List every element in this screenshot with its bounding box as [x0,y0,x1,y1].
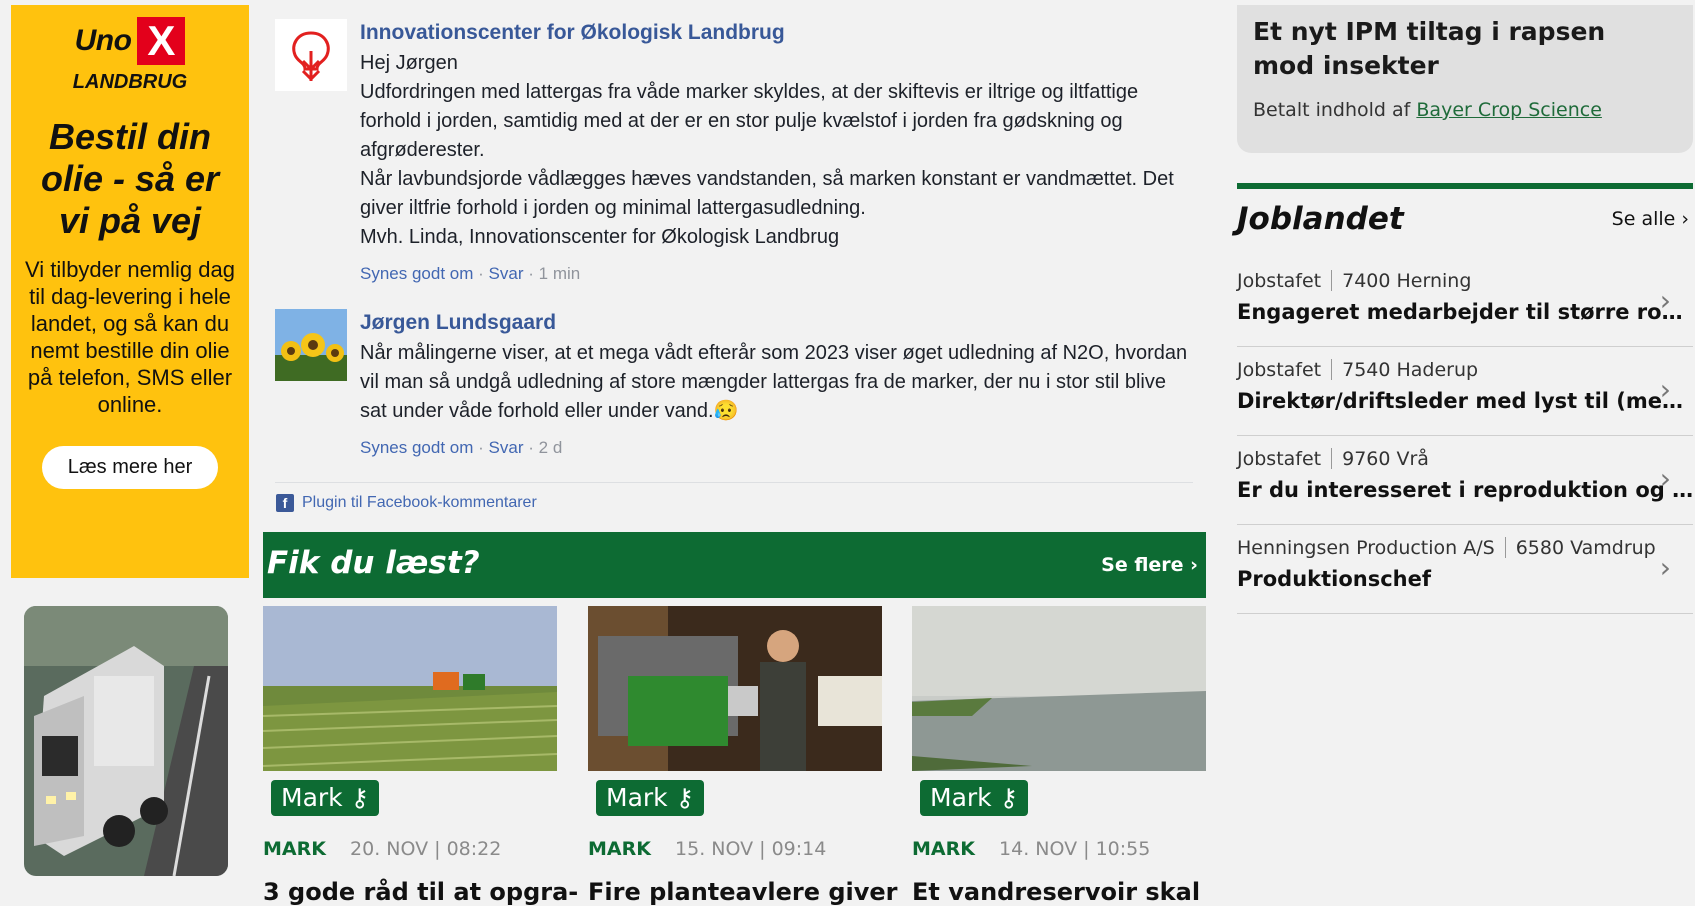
comment-text: Når målingerne viser, at et mega vådt ef… [360,342,1188,422]
reply-link[interactable]: Svar [489,264,524,283]
job-item[interactable]: Jobstafet 7400 Herning Engageret medarbej… [1237,258,1693,347]
separator [1504,537,1506,558]
avatar[interactable] [275,309,347,381]
key-icon: ⚷ [675,783,694,812]
category-tag[interactable]: Mark ⚷ [271,780,379,816]
ad-sub: LANDBRUG [72,71,188,93]
card-title[interactable]: 3 gode råd til at opgra- [263,878,578,906]
separator [1331,270,1333,291]
comment: Innovationscenter for Økologisk Landbrug… [275,19,1195,289]
divider [275,482,1193,483]
chevron-right-icon: › [1659,373,1671,406]
ad-banner[interactable]: Uno X LANDBRUG Bestil din olie - så er v… [11,5,249,578]
category-tag[interactable]: Mark ⚷ [596,780,704,816]
job-title[interactable]: Engageret medarbejder til større ro… [1237,300,1683,324]
see-more-link[interactable]: Se flere › [1101,554,1198,576]
innovationscenter-logo-icon [275,19,347,91]
truck-image[interactable] [24,606,228,876]
job-company: Jobstafet [1237,270,1322,292]
article-card[interactable]: Mark ⚷ MARK 20. NOV | 08:22 3 gode råd t… [263,606,578,906]
job-title[interactable]: Produktionschef [1237,567,1431,591]
chevron-right-icon: › [1659,462,1671,495]
article-card[interactable]: Mark ⚷ MARK 15. NOV | 09:14 Fire plantea… [588,606,898,906]
card-title[interactable]: Et vandreservoir skal [912,878,1200,906]
article-image[interactable] [263,606,557,771]
job-company: Jobstafet [1237,359,1322,381]
comment: Jørgen Lundsgaard Når målingerne viser, … [275,309,1195,469]
facebook-plugin-link[interactable]: f Plugin til Facebook-kommentarer [276,494,537,512]
job-title[interactable]: Direktør/driftsleder med lyst til (me… [1237,389,1683,413]
chevron-right-icon: › [1659,284,1671,317]
comment-time: 1 min [538,264,581,283]
job-item[interactable]: Jobstafet 7540 Haderup Direktør/driftsled… [1237,347,1693,436]
card-title[interactable]: Fire planteavlere giver [588,878,898,906]
card-category[interactable]: MARK [588,838,651,860]
job-location: 7540 Haderup [1342,359,1479,381]
section-title: Fik du læst? [267,545,480,581]
joblandet-title: Joblandet [1237,201,1404,237]
article-card[interactable]: Mark ⚷ MARK 14. NOV | 10:55 Et vandreser… [912,606,1206,906]
ad-headline: Bestil din olie - så er vi på vej [40,116,220,241]
separator [1331,359,1333,380]
card-category[interactable]: MARK [912,838,975,860]
comment-author[interactable]: Innovationscenter for Økologisk Landbrug [360,19,1195,47]
job-location: 9760 Vrå [1342,448,1429,470]
key-icon: ⚷ [999,783,1018,812]
separator [1331,448,1333,469]
chevron-right-icon: › [1659,551,1671,584]
card-date: 15. NOV | 09:14 [675,838,827,860]
job-company: Jobstafet [1237,448,1322,470]
see-all-link[interactable]: Se alle › [1612,208,1689,230]
key-icon: ⚷ [350,783,369,812]
sponsored-by: Betalt indhold af Bayer Crop Science [1253,99,1602,121]
job-item[interactable]: Jobstafet 9760 Vrå Er du interesseret i r… [1237,436,1693,525]
job-company: Henningsen Production A/S [1237,537,1495,559]
sunflower-avatar-icon [275,309,347,381]
comment-time: 2 d [538,438,563,457]
ad-body: Vi tilbyder nemlig dag til dag-levering … [25,257,235,417]
card-category[interactable]: MARK [263,838,326,860]
like-link[interactable]: Synes godt om [360,264,473,283]
avatar[interactable] [275,19,347,91]
fik-du-laest-header: Fik du læst? Se flere › [263,532,1206,598]
joblandet-bar [1237,183,1693,189]
sponsored-box[interactable]: Et nyt IPM tiltag i rapsen mod insekter … [1237,5,1693,153]
comment-text: Hej Jørgen Udfordringen med lattergas fr… [360,52,1174,248]
card-date: 14. NOV | 10:55 [999,838,1151,860]
uno-x-logo: Uno X [11,17,249,65]
ad-read-more-button[interactable]: Læs mere her [41,446,219,489]
job-title[interactable]: Er du interesseret i reproduktion og … [1237,478,1693,502]
comment-actions: Synes godt om · Svar · 2 d [360,438,563,457]
job-location: 7400 Herning [1342,270,1472,292]
like-link[interactable]: Synes godt om [360,438,473,457]
sponsored-title[interactable]: Et nyt IPM tiltag i rapsen mod insekter [1253,15,1673,83]
facebook-icon: f [276,494,294,512]
sponsor-link[interactable]: Bayer Crop Science [1416,99,1602,121]
comment-author[interactable]: Jørgen Lundsgaard [360,309,1195,337]
card-date: 20. NOV | 08:22 [350,838,502,860]
comment-actions: Synes godt om · Svar · 1 min [360,264,581,283]
job-location: 6580 Vamdrup [1515,537,1656,559]
article-image[interactable] [588,606,882,771]
reply-link[interactable]: Svar [489,438,524,457]
category-tag[interactable]: Mark ⚷ [920,780,1028,816]
job-item[interactable]: Henningsen Production A/S 6580 Vamdrup Pr… [1237,525,1693,614]
article-image[interactable] [912,606,1206,771]
